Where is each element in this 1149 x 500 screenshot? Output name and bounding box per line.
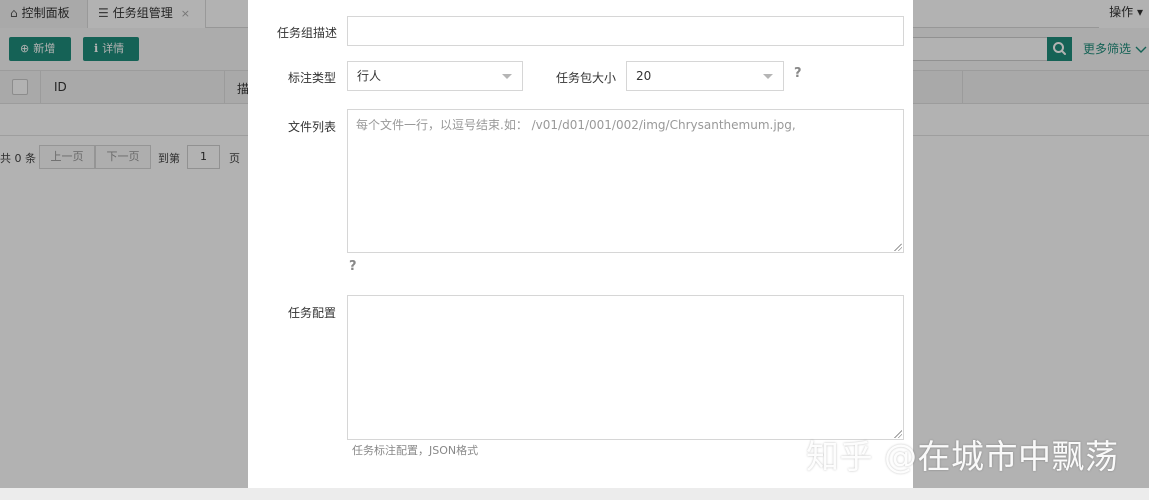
description-label: 任务组描述 [277, 26, 338, 40]
task-config-label: 任务配置 [288, 306, 337, 320]
task-group-dialog: 任务组描述 标注类型 行人 任务包大小 20 ? 文件列表 每个文件一行，以逗号… [248, 0, 913, 488]
task-config-textarea[interactable] [347, 295, 904, 440]
caret-down-icon [763, 74, 773, 79]
bottom-strip [0, 488, 1149, 500]
annotation-type-value: 行人 [357, 69, 382, 83]
file-list-textarea[interactable]: 每个文件一行，以逗号结束.如： /v01/d01/001/002/img/Chr… [347, 109, 904, 253]
file-list-label: 文件列表 [288, 120, 337, 134]
package-size-label: 任务包大小 [556, 71, 617, 85]
description-input[interactable] [347, 16, 904, 46]
resize-handle-icon[interactable] [894, 243, 902, 251]
annotation-type-label: 标注类型 [288, 71, 337, 85]
package-size-select[interactable]: 20 [626, 61, 784, 91]
task-config-hint: 任务标注配置，JSON格式 [352, 444, 479, 457]
annotation-type-select[interactable]: 行人 [347, 61, 523, 91]
package-size-help-icon[interactable]: ? [794, 66, 802, 81]
caret-down-icon [502, 74, 512, 79]
watermark: 知乎 @在城市中飘荡 [806, 437, 1119, 476]
file-list-placeholder: 每个文件一行，以逗号结束.如： /v01/d01/001/002/img/Chr… [356, 118, 796, 132]
package-size-value: 20 [636, 69, 652, 83]
file-list-help-icon[interactable]: ? [349, 259, 357, 274]
